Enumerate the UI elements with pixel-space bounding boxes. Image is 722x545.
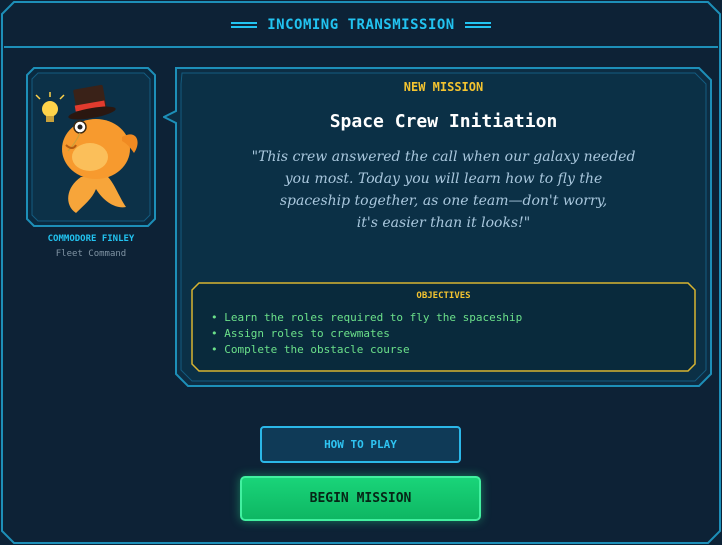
- header-right-decoration: [464, 22, 491, 28]
- header-divider: [4, 46, 718, 48]
- header: INCOMING TRANSMISSION: [0, 14, 722, 36]
- mission-quote: "This crew answered the call when our ga…: [250, 146, 637, 234]
- quote-line: it's easier than it looks!": [356, 215, 531, 231]
- how-to-play-button[interactable]: HOW TO PLAY: [260, 426, 461, 463]
- character-role: Fleet Command: [55, 249, 127, 259]
- objective-item: Complete the obstacle course: [211, 342, 522, 358]
- header-left-decoration: [231, 22, 258, 28]
- objectives-list: Learn the roles required to fly the spac…: [211, 310, 522, 358]
- character-name: COMMODORE FINLEY: [47, 234, 135, 244]
- quote-line: spaceship together, as one team—don't wo…: [279, 193, 608, 209]
- objective-item: Assign roles to crewmates: [211, 326, 522, 342]
- begin-mission-button[interactable]: BEGIN MISSION: [240, 476, 481, 521]
- mission-tag: NEW MISSION: [403, 80, 484, 94]
- quote-line: you most. Today you will learn how to fl…: [284, 171, 603, 187]
- character-portrait: [26, 67, 156, 227]
- quote-line: "This crew answered the call when our ga…: [251, 149, 636, 165]
- header-title: INCOMING TRANSMISSION: [267, 17, 455, 33]
- objectives-title: OBJECTIVES: [416, 291, 471, 301]
- mission-title: Space Crew Initiation: [329, 111, 558, 132]
- objective-item: Learn the roles required to fly the spac…: [211, 310, 522, 326]
